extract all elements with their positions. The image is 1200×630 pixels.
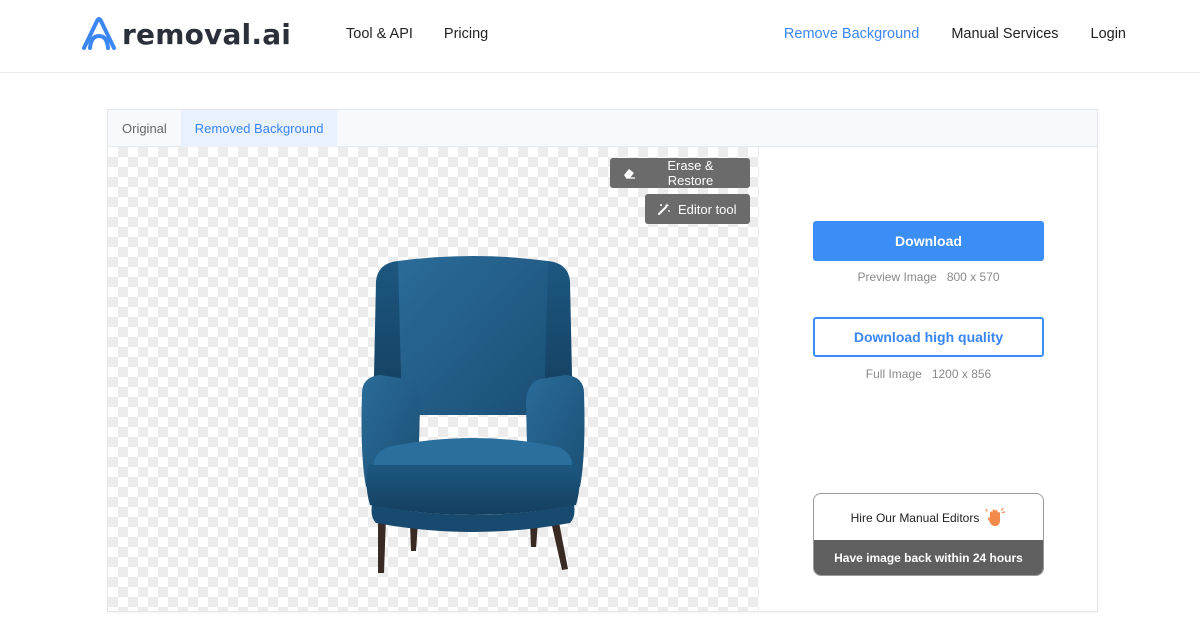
preview-image-size: 800 x 570 (946, 270, 1000, 284)
preview-image-info: Preview Image 800 x 570 (813, 270, 1044, 284)
full-image-label: Full Image (865, 367, 922, 381)
logo-text: removal.ai (122, 17, 292, 51)
primary-nav: Tool & API Pricing (346, 26, 488, 42)
eraser-icon (623, 169, 635, 179)
tab-removed-background[interactable]: Removed Background (180, 110, 338, 147)
editor-tool-label: Editor tool (678, 201, 737, 217)
nav-tool-api[interactable]: Tool & API (346, 26, 413, 42)
editor-tool-button[interactable]: Editor tool (645, 194, 750, 224)
hire-title: Hire Our Manual Editors (850, 511, 980, 525)
tab-original[interactable]: Original (108, 110, 181, 147)
blue-armchair-image (361, 256, 585, 573)
download-high-quality-button[interactable]: Download high quality (813, 317, 1044, 357)
erase-restore-button[interactable]: Erase & Restore (610, 158, 750, 188)
download-button[interactable]: Download (813, 221, 1044, 261)
full-image-size: 1200 x 856 (931, 367, 992, 381)
removal-logo-icon (82, 17, 116, 50)
hire-title-row: Hire Our Manual Editors (814, 494, 1043, 542)
result-card: Original Removed Background Erase & Rest… (107, 109, 1098, 612)
site-logo[interactable]: removal.ai (78, 12, 291, 56)
nav-manual-services[interactable]: Manual Services (951, 26, 1058, 42)
nav-pricing[interactable]: Pricing (444, 26, 488, 42)
nav-remove-background[interactable]: Remove Background (784, 26, 919, 42)
magic-wand-icon (658, 203, 670, 215)
nav-login[interactable]: Login (1091, 26, 1126, 42)
erase-restore-label: Erase & Restore (667, 158, 714, 188)
full-image-info: Full Image 1200 x 856 (813, 367, 1044, 381)
waving-hand-icon (985, 508, 1006, 526)
hire-subtitle: Have image back within 24 hours (814, 540, 1043, 575)
image-preview-canvas: Erase & Restore Editor tool (108, 147, 759, 611)
site-header: removal.ai Tool & API Pricing Remove Bac… (0, 0, 1200, 73)
hire-manual-editors-card[interactable]: Hire Our Manual Editors Have image back … (813, 493, 1044, 576)
view-tabs: Original Removed Background (108, 110, 1097, 147)
secondary-nav: Remove Background Manual Services Login (784, 26, 1126, 42)
preview-image-label: Preview Image (857, 270, 937, 284)
